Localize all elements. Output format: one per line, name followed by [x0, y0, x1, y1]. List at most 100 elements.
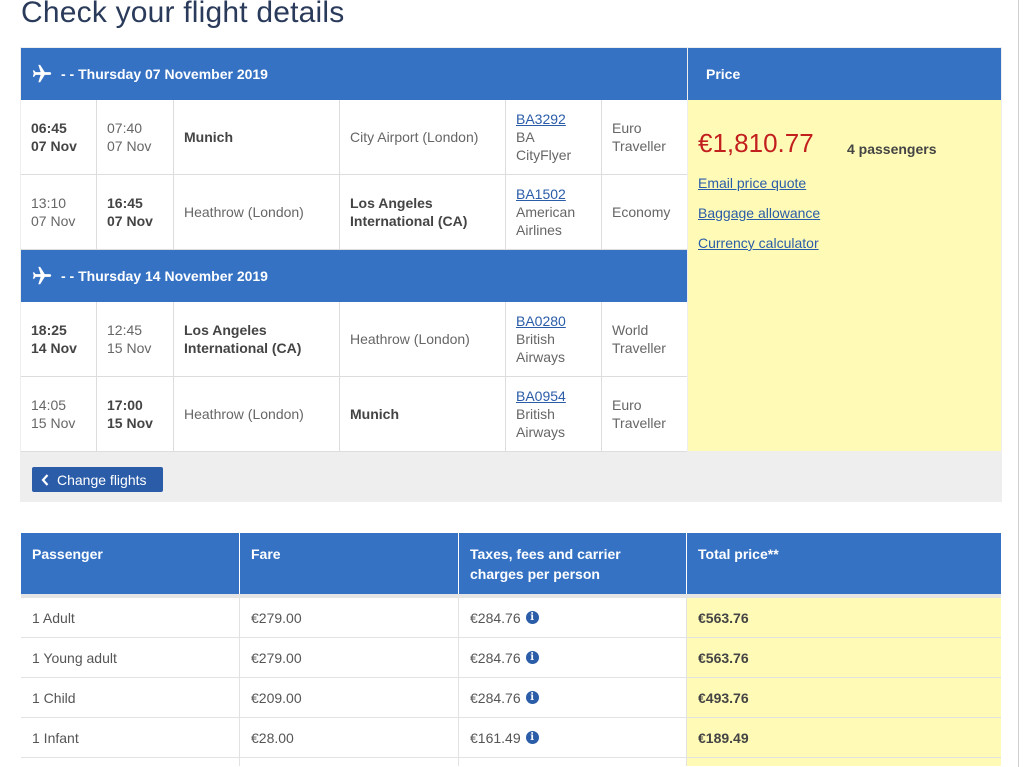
arrival-cell: 16:45 07 Nov: [97, 175, 174, 249]
origin-airport: Munich: [184, 129, 233, 145]
cabin-cell: Euro Traveller: [602, 100, 687, 174]
cabin-class: Euro Traveller: [612, 120, 666, 154]
fare-value: €279.00: [240, 638, 459, 677]
fare-table-header: Passenger Fare Taxes, fees and carrier c…: [21, 533, 1001, 594]
destination-cell: Heathrow (London): [340, 302, 506, 376]
info-icon[interactable]: i: [525, 691, 539, 704]
origin-cell: Munich: [174, 100, 340, 174]
currency-calculator-link[interactable]: Currency calculator: [698, 235, 819, 251]
chevron-left-icon: [41, 473, 49, 486]
flight-number-link[interactable]: BA0280: [516, 312, 591, 330]
inbound-header: - - Thursday 14 November 2019: [21, 250, 687, 302]
origin-cell: Heathrow (London): [174, 175, 340, 249]
origin-airport: Los Angeles International (CA): [184, 322, 302, 356]
passenger-type: 1 Infant: [21, 718, 240, 757]
departure-cell: 13:10 07 Nov: [21, 175, 97, 249]
arrival-cell: 07:40 07 Nov: [97, 100, 174, 174]
column-header-total: Total price**: [698, 546, 779, 562]
carrier-name: American Airlines: [516, 204, 576, 238]
flights-grid: - - Thursday 07 November 2019 06:45 07 N…: [21, 48, 687, 452]
departure-time: 14:05: [31, 397, 67, 413]
fare-value: €28.00: [240, 718, 459, 757]
origin-airport: Heathrow (London): [184, 204, 304, 220]
change-flights-button[interactable]: Change flights: [32, 467, 163, 492]
departure-date: 07 Nov: [31, 138, 77, 154]
flight-leg-row: 14:05 15 Nov 17:00 15 Nov Heathrow (Lond…: [21, 377, 687, 452]
carrier-name: British Airways: [516, 406, 566, 440]
origin-airport: Heathrow (London): [184, 406, 304, 422]
taxes-cell: €161.49 i: [459, 718, 687, 757]
departure-date: 14 Nov: [31, 340, 77, 356]
destination-cell: Los Angeles International (CA): [340, 175, 506, 249]
table-row: 1 Child €209.00 €284.76 i €493.76: [21, 678, 1001, 718]
flight-leg-row: 13:10 07 Nov 16:45 07 Nov Heathrow (Lond…: [21, 175, 687, 250]
departure-cell: 14:05 15 Nov: [21, 377, 97, 451]
cabin-class: Euro Traveller: [612, 397, 666, 431]
airplane-icon: [31, 265, 53, 287]
taxes-cell: €284.76 i: [459, 598, 687, 637]
empty-cell: [687, 758, 1001, 766]
info-icon[interactable]: i: [525, 731, 539, 744]
arrival-date: 07 Nov: [107, 213, 153, 229]
origin-cell: Los Angeles International (CA): [174, 302, 340, 376]
flight-number-link[interactable]: BA3292: [516, 110, 591, 128]
scrollbar-edge: [1018, 0, 1019, 767]
destination-airport: Los Angeles International (CA): [350, 195, 468, 229]
email-price-quote-link[interactable]: Email price quote: [698, 175, 806, 191]
inbound-date: - - Thursday 14 November 2019: [61, 268, 268, 284]
cabin-cell: Euro Traveller: [602, 377, 687, 451]
arrival-time: 16:45: [107, 195, 143, 211]
fare-value: €209.00: [240, 678, 459, 717]
price-panel: Price €1,810.77 4 passengers Email price…: [688, 48, 1001, 451]
arrival-cell: 17:00 15 Nov: [97, 377, 174, 451]
destination-cell: City Airport (London): [340, 100, 506, 174]
taxes-value: €161.49: [470, 729, 521, 746]
passenger-count: 4 passengers: [847, 141, 937, 157]
column-header-passenger: Passenger: [21, 533, 240, 594]
arrival-date: 07 Nov: [107, 138, 152, 154]
cabin-cell: Economy: [602, 175, 687, 249]
flight-cell: BA3292 BA CityFlyer: [506, 100, 602, 174]
passenger-type: 1 Young adult: [21, 638, 240, 677]
cabin-class: World Traveller: [612, 322, 666, 356]
info-icon[interactable]: i: [525, 611, 539, 624]
flight-cell: BA1502 American Airlines: [506, 175, 602, 249]
info-icon[interactable]: i: [525, 651, 539, 664]
fare-value: €279.00: [240, 598, 459, 637]
departure-time: 18:25: [31, 322, 67, 338]
arrival-time: 12:45: [107, 322, 143, 338]
table-row: 1 Young adult €279.00 €284.76 i €563.76: [21, 638, 1001, 678]
flight-number-link[interactable]: BA1502: [516, 185, 591, 203]
flight-cell: BA0280 British Airways: [506, 302, 602, 376]
total-value: €493.76: [687, 678, 1001, 717]
arrival-cell: 12:45 15 Nov: [97, 302, 174, 376]
arrival-date: 15 Nov: [107, 340, 152, 356]
carrier-name: British Airways: [516, 331, 566, 365]
taxes-cell: €284.76 i: [459, 678, 687, 717]
change-flights-label: Change flights: [57, 471, 147, 488]
flight-number-link[interactable]: BA0954: [516, 387, 591, 405]
passenger-type: 1 Child: [21, 678, 240, 717]
departure-time: 06:45: [31, 120, 67, 136]
total-value: €563.76: [687, 638, 1001, 677]
cabin-cell: World Traveller: [602, 302, 687, 376]
table-row: 1 Adult €279.00 €284.76 i €563.76: [21, 598, 1001, 638]
cabin-class: Economy: [612, 204, 671, 220]
table-row-partial: [21, 758, 1001, 766]
taxes-value: €284.76: [470, 649, 521, 666]
column-header-fare: Fare: [240, 533, 459, 594]
outbound-date: - - Thursday 07 November 2019: [61, 66, 268, 82]
departure-date: 15 Nov: [31, 415, 76, 431]
taxes-cell: €284.76 i: [459, 638, 687, 677]
carrier-name: BA CityFlyer: [516, 129, 572, 163]
origin-cell: Heathrow (London): [174, 377, 340, 451]
empty-cell: [240, 758, 459, 766]
table-row: 1 Infant €28.00 €161.49 i €189.49: [21, 718, 1001, 758]
airplane-icon: [31, 63, 53, 85]
total-value: €189.49: [687, 718, 1001, 757]
arrival-time: 07:40: [107, 120, 143, 136]
baggage-allowance-link[interactable]: Baggage allowance: [698, 205, 820, 221]
arrival-date: 15 Nov: [107, 415, 153, 431]
departure-date: 07 Nov: [31, 213, 76, 229]
empty-cell: [459, 758, 687, 766]
